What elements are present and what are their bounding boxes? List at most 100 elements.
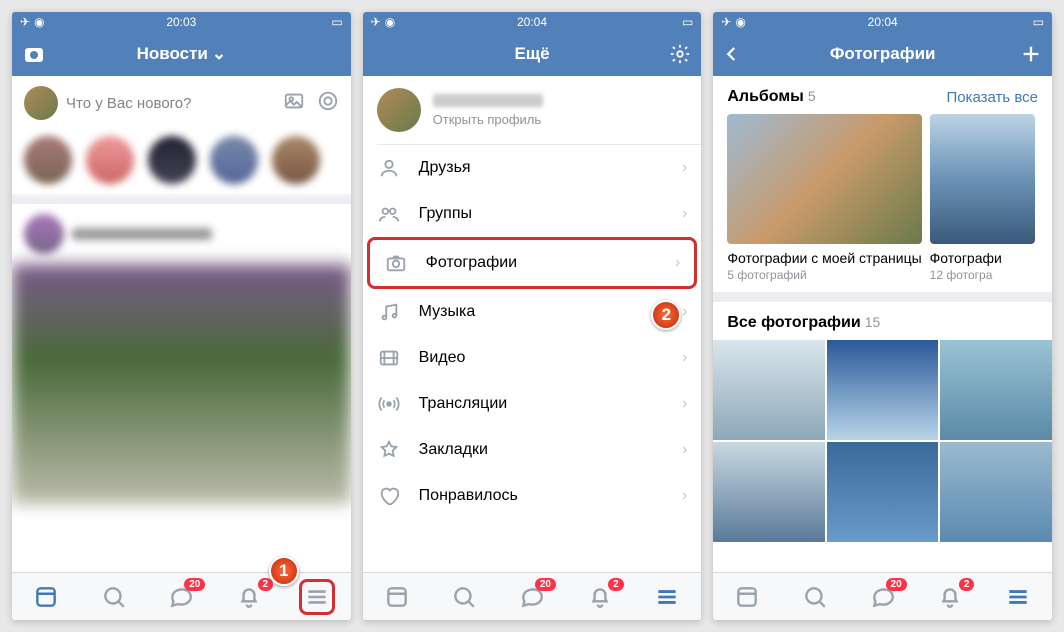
stories-row[interactable] — [12, 130, 351, 194]
tab-more[interactable] — [299, 579, 335, 615]
menu-live[interactable]: Трансляции › — [363, 381, 702, 427]
settings-button[interactable] — [669, 32, 691, 76]
profile-row[interactable]: Открыть профиль — [363, 76, 702, 144]
header-title: Фотографии — [830, 44, 936, 64]
header: Ещё — [363, 32, 702, 76]
album-subtitle: 5 фотографий — [727, 268, 921, 282]
screen-more: ✈︎◉ 20:04 ▭ Ещё Открыть профиль Друзья ›… — [363, 12, 702, 620]
profile-name — [433, 94, 543, 107]
tab-notifications[interactable]: 2 — [582, 579, 618, 615]
composer-input[interactable]: Что у Вас нового? — [66, 95, 275, 112]
status-time: 20:04 — [713, 15, 1052, 29]
menu-bookmarks[interactable]: Закладки › — [363, 427, 702, 473]
photos-icon — [384, 252, 408, 274]
tab-notifications[interactable]: 2 — [231, 579, 267, 615]
photo-thumb[interactable] — [713, 442, 825, 542]
tab-more[interactable] — [649, 579, 685, 615]
camera-button[interactable] — [22, 32, 46, 76]
messages-badge: 20 — [184, 578, 205, 591]
chevron-right-icon: › — [682, 441, 687, 459]
menu-friends[interactable]: Друзья › — [363, 145, 702, 191]
messages-badge: 20 — [535, 578, 556, 591]
notif-badge: 2 — [959, 578, 975, 591]
avatar[interactable] — [24, 86, 58, 120]
menu-label: Фотографии — [426, 254, 517, 272]
post-image[interactable] — [12, 264, 351, 504]
tab-more[interactable] — [1000, 579, 1036, 615]
menu-label: Музыка — [419, 303, 476, 321]
menu-label: Группы — [419, 205, 472, 223]
all-photos-header: Все фотографии 15 — [713, 302, 1052, 340]
tab-bar: 20 2 — [363, 572, 702, 620]
albums-row: Фотографии с моей страницы 5 фотографий … — [713, 114, 1052, 292]
all-photos-count: 15 — [865, 314, 881, 330]
tab-search[interactable] — [96, 579, 132, 615]
photo-thumb[interactable] — [827, 442, 939, 542]
chevron-right-icon: › — [682, 303, 687, 321]
menu-label: Трансляции — [419, 395, 508, 413]
chevron-right-icon: › — [682, 205, 687, 223]
tab-bar: 20 2 — [12, 572, 351, 620]
status-bar: ✈︎◉ 20:03 ▭ — [12, 12, 351, 32]
tab-search[interactable] — [797, 579, 833, 615]
tab-feed[interactable] — [379, 579, 415, 615]
album-cover — [930, 114, 1036, 244]
video-icon — [377, 347, 401, 369]
tab-search[interactable] — [446, 579, 482, 615]
photo-thumb[interactable] — [827, 340, 939, 440]
tab-messages[interactable]: 20 — [514, 579, 550, 615]
messages-badge: 20 — [886, 578, 907, 591]
albums-count: 5 — [808, 88, 816, 104]
albums-title: Альбомы — [727, 88, 804, 105]
tab-messages[interactable]: 20 — [865, 579, 901, 615]
header: Новости⌄ — [12, 32, 351, 76]
chevron-right-icon: › — [682, 395, 687, 413]
album-title: Фотографии с моей страницы — [727, 250, 921, 266]
content: Открыть профиль Друзья › Группы › Фотогр… — [363, 76, 702, 572]
tab-notifications[interactable]: 2 — [932, 579, 968, 615]
photo-icon[interactable] — [283, 90, 305, 117]
menu-liked[interactable]: Понравилось › — [363, 473, 702, 519]
open-profile-label: Открыть профиль — [433, 112, 543, 127]
photo-grid — [713, 340, 1052, 542]
status-bar: ✈︎◉ 20:04 ▭ — [363, 12, 702, 32]
photo-thumb[interactable] — [940, 340, 1052, 440]
album-subtitle: 12 фотогра — [930, 268, 1036, 282]
live-icon[interactable] — [317, 90, 339, 117]
broadcast-icon — [377, 393, 401, 415]
add-button[interactable] — [1020, 32, 1042, 76]
chevron-right-icon: › — [682, 487, 687, 505]
groups-icon — [377, 203, 401, 225]
bookmark-icon — [377, 439, 401, 461]
tab-messages[interactable]: 20 — [163, 579, 199, 615]
album-2[interactable]: Фотографи 12 фотогра — [930, 114, 1036, 282]
photo-thumb[interactable] — [713, 340, 825, 440]
back-button[interactable] — [723, 32, 741, 76]
chevron-down-icon: ⌄ — [212, 44, 226, 63]
menu-label: Друзья — [419, 159, 471, 177]
chevron-right-icon: › — [675, 254, 680, 272]
album-1[interactable]: Фотографии с моей страницы 5 фотографий — [727, 114, 921, 282]
menu-label: Понравилось — [419, 487, 518, 505]
album-cover — [727, 114, 921, 244]
screen-news: ✈︎◉ 20:03 ▭ Новости⌄ Что у Вас нового? 2… — [12, 12, 351, 620]
callout-1: 1 — [269, 556, 299, 586]
menu-photos[interactable]: Фотографии › — [367, 237, 698, 289]
chevron-right-icon: › — [682, 349, 687, 367]
menu-video[interactable]: Видео › — [363, 335, 702, 381]
menu-label: Закладки — [419, 441, 488, 459]
albums-header: Альбомы5 Показать все — [713, 76, 1052, 114]
tab-feed[interactable] — [28, 579, 64, 615]
header-title: Ещё — [514, 44, 549, 64]
composer-row[interactable]: Что у Вас нового? — [12, 76, 351, 130]
menu-groups[interactable]: Группы › — [363, 191, 702, 237]
show-all-link[interactable]: Показать все — [946, 89, 1038, 106]
photo-thumb[interactable] — [940, 442, 1052, 542]
status-bar: ✈︎◉ 20:04 ▭ — [713, 12, 1052, 32]
post-header[interactable] — [12, 204, 351, 264]
all-photos-title: Все фотографии — [727, 314, 860, 331]
heart-icon — [377, 485, 401, 507]
tab-feed[interactable] — [729, 579, 765, 615]
avatar[interactable] — [377, 88, 421, 132]
header-title[interactable]: Новости⌄ — [137, 44, 227, 64]
